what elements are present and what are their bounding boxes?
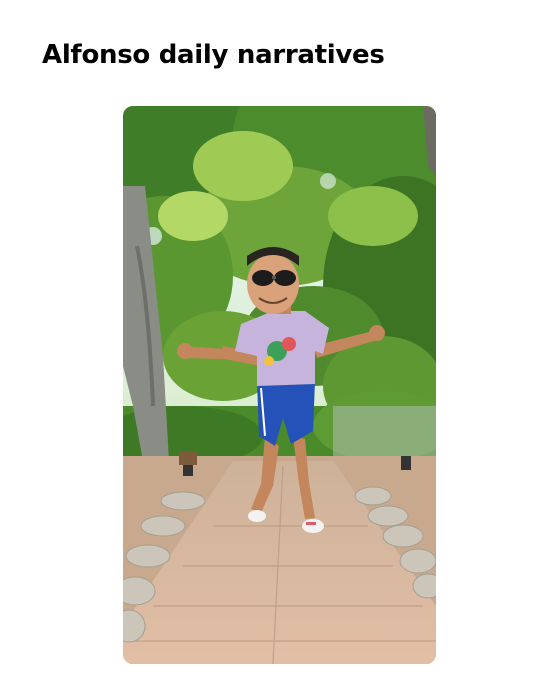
page-title: Alfonso daily narratives bbox=[42, 40, 385, 70]
video-frame bbox=[123, 106, 436, 664]
video-thumbnail[interactable] bbox=[123, 106, 436, 664]
